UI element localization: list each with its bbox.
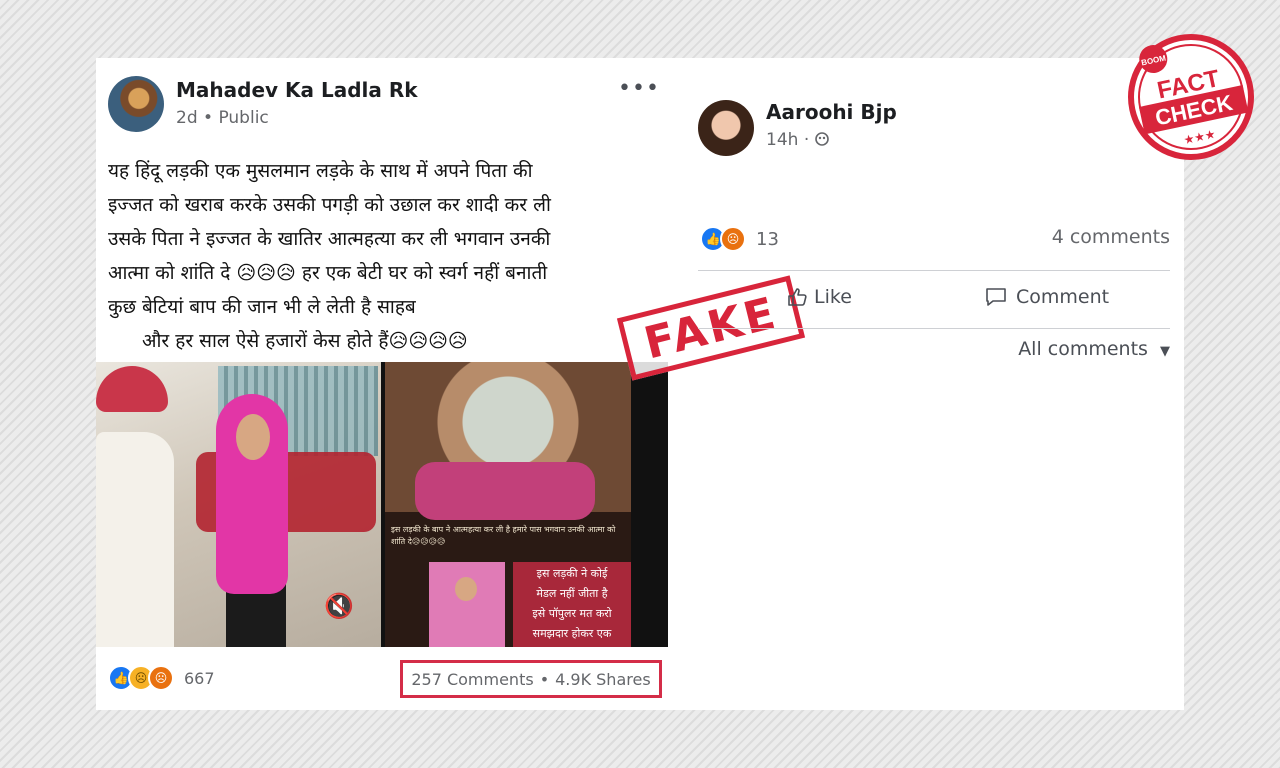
reactions-summary[interactable]: 👍 ☹ 13 [700, 226, 779, 252]
more-options-icon[interactable]: ••• [618, 76, 660, 101]
engagement-stats: 257 Comments • 4.9K Shares [400, 660, 662, 698]
post-text: यह हिंदू लड़की एक मुसलमान लड़के के साथ म… [108, 154, 663, 358]
post-text-line: इज्जत को खराब करके उसकी पगड़ी को उछाल कर… [108, 194, 551, 216]
comment-label: Comment [1016, 286, 1110, 308]
comment-button[interactable]: Comment [984, 286, 1109, 308]
overlay-line: इसे पॉपुलर मत करो [532, 607, 612, 620]
all-comments-dropdown[interactable]: All comments ▼ [1006, 338, 1170, 360]
post-time[interactable]: 14h [766, 130, 798, 150]
meta-separator: · [803, 130, 810, 150]
comment-icon [986, 288, 1006, 306]
angry-reaction-icon: ☹ [148, 665, 174, 691]
fact-check-logo: BOOM FACT CHECK ★★★ [1124, 30, 1258, 164]
comments-count[interactable]: 257 Comments [411, 670, 533, 689]
woman-face [236, 414, 270, 460]
turban [96, 366, 168, 412]
stats-separator: • [539, 669, 550, 689]
comments-count[interactable]: 4 comments [1036, 226, 1170, 248]
overlay-line: मेडल नहीं जीता है [536, 587, 608, 600]
inset-photo [429, 562, 505, 647]
thumbs-up-icon [788, 288, 807, 306]
inset-face [455, 577, 477, 601]
left-post: Mahadev Ka Ladla Rk 2d • Public ••• यह ह… [96, 58, 668, 710]
author-name[interactable]: Mahadev Ka Ladla Rk [176, 78, 418, 102]
caret-down-icon: ▼ [1160, 344, 1170, 359]
reactions-summary[interactable]: 👍 ☹ ☹ 667 [108, 665, 215, 691]
overlay-line: समझदार होकर एक [532, 627, 612, 640]
meta-separator: • [203, 108, 214, 128]
divider [698, 270, 1170, 271]
reaction-count: 667 [184, 668, 215, 688]
overlay-line: इस लड़की ने कोई [536, 567, 608, 580]
post-text-line: और हर साल ऐसे हजारों केस होते हैं😥😥😥😥 [142, 330, 468, 352]
reaction-count: 13 [756, 228, 779, 250]
divider [698, 328, 1170, 329]
author-avatar[interactable] [698, 100, 754, 156]
video-thumbnail[interactable]: इस लड़की के बाप ने आत्महत्या कर ली है हम… [385, 362, 631, 647]
pink-cloth [415, 462, 595, 520]
all-comments-label: All comments [1018, 338, 1148, 360]
like-label: Like [814, 286, 852, 308]
author-avatar[interactable] [108, 76, 164, 132]
post-text-line: उसके पिता ने इज्जत के खातिर आत्महत्या कर… [108, 228, 551, 250]
post-text-line: आत्मा को शांति दे 😥😥😥 हर एक बेटी घर को स… [108, 262, 548, 284]
screenshot-canvas: Mahadev Ka Ladla Rk 2d • Public ••• यह ह… [96, 58, 1184, 710]
man-figure [96, 432, 174, 647]
fact-check-seal: BOOM FACT CHECK ★★★ [1128, 34, 1254, 160]
video-caption: इस लड़की के बाप ने आत्महत्या कर ली है हम… [391, 525, 616, 546]
author-name[interactable]: Aaroohi Bjp [766, 100, 897, 124]
shares-count[interactable]: 4.9K Shares [555, 670, 651, 689]
mute-icon[interactable]: 🔇 [324, 592, 354, 620]
angry-reaction-icon: ☹ [720, 226, 746, 252]
post-text-line: कुछ बेटियां बाप की जान भी ले लेती है साह… [108, 296, 416, 318]
photo-wedding[interactable]: 🔇 [96, 362, 381, 647]
audience-label: Public [218, 108, 269, 128]
friends-icon [814, 130, 829, 150]
like-button[interactable]: Like [786, 286, 852, 308]
post-meta: 2d • Public [176, 108, 269, 128]
video-overlay-text: इस लड़की ने कोई मेडल नहीं जीता है इसे पॉ… [513, 562, 631, 647]
post-time[interactable]: 2d [176, 108, 198, 128]
post-media[interactable]: 🔇 इस लड़की के बाप ने आत्महत्या कर ली है … [96, 362, 668, 647]
post-meta: 14h · [766, 130, 829, 150]
post-text-line: यह हिंदू लड़की एक मुसलमान लड़के के साथ म… [108, 160, 533, 182]
